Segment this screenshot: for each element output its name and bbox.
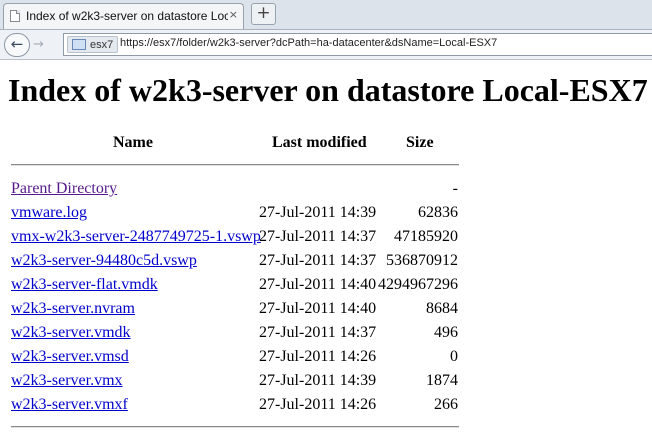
- file-size: -: [452, 180, 458, 197]
- close-tab-icon[interactable]: ×: [229, 8, 238, 21]
- file-size: 8684: [426, 300, 458, 317]
- file-link[interactable]: vmware.log: [11, 204, 87, 222]
- page-title: Index of w2k3-server on datastore Local-…: [8, 72, 648, 108]
- new-tab-button[interactable]: +: [251, 3, 276, 25]
- address-bar[interactable]: esx7 https://esx7/folder/w2k3-server?dcP…: [63, 33, 652, 56]
- table-row: vmx-w2k3-server-2487749725-1.vswp 27-Jul…: [0, 228, 652, 252]
- column-header-name: Name: [113, 134, 153, 151]
- back-button[interactable]: ←: [4, 33, 30, 57]
- file-modified: 27-Jul-2011 14:37: [259, 252, 377, 269]
- file-size: 62836: [418, 204, 458, 221]
- table-row: w2k3-server.vmsd 27-Jul-2011 14:26 0: [0, 348, 652, 372]
- file-size: 536870912: [386, 252, 458, 269]
- table-row: w2k3-server.nvram 27-Jul-2011 14:40 8684: [0, 300, 652, 324]
- file-modified: 27-Jul-2011 14:26: [259, 348, 377, 365]
- file-modified: 27-Jul-2011 14:39: [259, 372, 377, 389]
- forward-button[interactable]: →: [33, 37, 44, 52]
- site-identity-button[interactable]: esx7: [67, 36, 119, 53]
- footer-divider: [11, 426, 459, 428]
- file-link[interactable]: w2k3-server.vmdk: [11, 324, 131, 342]
- page-content: Index of w2k3-server on datastore Local-…: [0, 60, 652, 436]
- file-size: 496: [434, 324, 458, 341]
- site-identity-icon: [72, 39, 86, 50]
- column-header-last-modified: Last modified: [272, 134, 367, 151]
- table-row: vmware.log 27-Jul-2011 14:39 62836: [0, 204, 652, 228]
- file-modified: 27-Jul-2011 14:37: [259, 228, 377, 245]
- url-text[interactable]: https://esx7/folder/w2k3-server?dcPath=h…: [120, 37, 497, 49]
- table-row: w2k3-server.vmx 27-Jul-2011 14:39 1874: [0, 372, 652, 396]
- site-identity-label: esx7: [90, 39, 114, 51]
- navigation-bar: ← → esx7 https://esx7/folder/w2k3-server…: [0, 30, 652, 60]
- column-header-size: Size: [406, 134, 434, 151]
- file-modified: 27-Jul-2011 14:39: [259, 204, 377, 221]
- file-link[interactable]: vmx-w2k3-server-2487749725-1.vswp: [11, 228, 261, 246]
- table-row: w2k3-server.vmxf 27-Jul-2011 14:26 266: [0, 396, 652, 420]
- file-size: 266: [434, 396, 458, 413]
- tab-strip: Index of w2k3-server on datastore Local-…: [0, 0, 652, 30]
- file-size: 4294967296: [378, 276, 458, 293]
- file-link[interactable]: w2k3-server.nvram: [11, 300, 135, 318]
- file-link[interactable]: w2k3-server.vmxf: [11, 396, 128, 414]
- forward-arrow-icon: →: [33, 37, 44, 52]
- header-divider: [11, 164, 459, 166]
- page-icon: [10, 10, 20, 22]
- tab-title: Index of w2k3-server on datastore Local-…: [26, 9, 228, 23]
- back-arrow-icon: ←: [10, 35, 24, 53]
- table-row: w2k3-server-flat.vmdk 27-Jul-2011 14:40 …: [0, 276, 652, 300]
- browser-tab[interactable]: Index of w2k3-server on datastore Local-…: [3, 3, 244, 29]
- file-size: 1874: [426, 372, 458, 389]
- table-row: Parent Directory -: [0, 180, 652, 204]
- table-row: w2k3-server-94480c5d.vswp 27-Jul-2011 14…: [0, 252, 652, 276]
- table-row: w2k3-server.vmdk 27-Jul-2011 14:37 496: [0, 324, 652, 348]
- file-size: 47185920: [394, 228, 458, 245]
- file-modified: 27-Jul-2011 14:40: [259, 276, 377, 293]
- file-link[interactable]: w2k3-server.vmx: [11, 372, 123, 390]
- file-modified: 27-Jul-2011 14:26: [259, 396, 377, 413]
- parent-directory-link[interactable]: Parent Directory: [11, 180, 117, 198]
- file-link[interactable]: w2k3-server-flat.vmdk: [11, 276, 158, 294]
- file-modified: 27-Jul-2011 14:37: [259, 324, 377, 341]
- file-size: 0: [450, 348, 458, 365]
- file-link[interactable]: w2k3-server.vmsd: [11, 348, 129, 366]
- file-modified: 27-Jul-2011 14:40: [259, 300, 377, 317]
- file-link[interactable]: w2k3-server-94480c5d.vswp: [11, 252, 197, 270]
